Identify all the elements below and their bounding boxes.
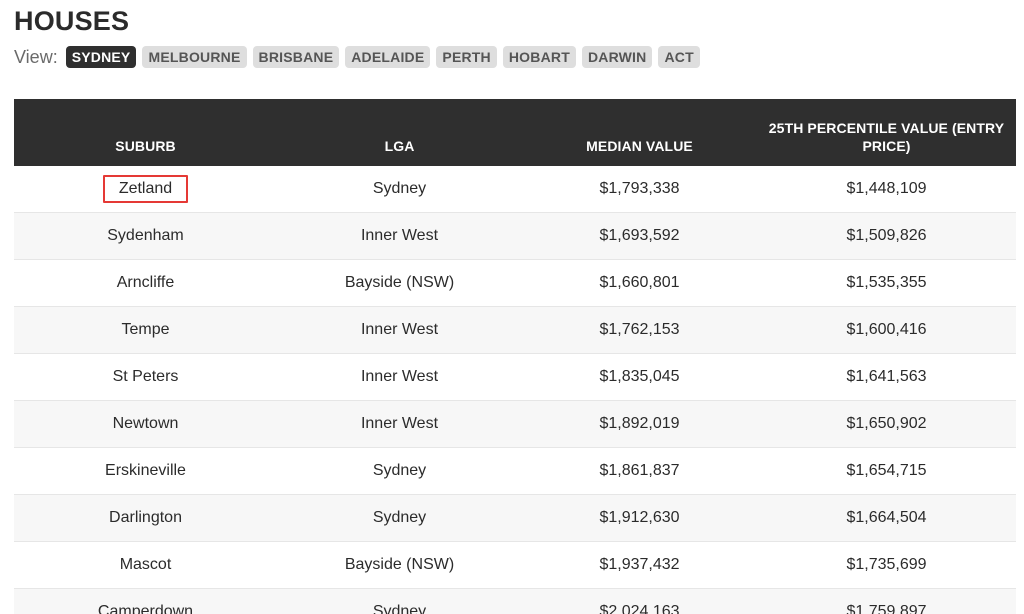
cell-median-value: $2,024,163 (522, 588, 757, 614)
cell-lga: Inner West (277, 400, 522, 448)
cell-lga: Inner West (277, 212, 522, 260)
cell-median-value: $1,835,045 (522, 353, 757, 401)
cell-lga: Sydney (277, 588, 522, 614)
view-option-act[interactable]: ACT (658, 46, 700, 68)
cell-lga: Bayside (NSW) (277, 259, 522, 307)
view-option-sydney[interactable]: SYDNEY (65, 46, 137, 68)
highlighted-suburb: Zetland (102, 175, 189, 203)
cell-suburb: Sydenham (14, 212, 277, 260)
page-title: HOUSES (14, 6, 130, 36)
cell-entry-price: $1,759,897 (757, 588, 1016, 614)
view-option-adelaide[interactable]: ADELAIDE (345, 46, 431, 68)
table-row: Mascot Bayside (NSW) $1,937,432 $1,735,6… (14, 541, 1016, 589)
table-row: Camperdown Sydney $2,024,163 $1,759,897 (14, 588, 1016, 614)
view-label: View: (14, 46, 58, 67)
cell-suburb: St Peters (14, 353, 277, 401)
cell-entry-price: $1,664,504 (757, 494, 1016, 542)
cell-median-value: $1,762,153 (522, 306, 757, 354)
view-option-hobart[interactable]: HOBART (502, 46, 576, 68)
header-suburb[interactable]: SUBURB (14, 99, 277, 166)
cell-entry-price: $1,448,109 (757, 166, 1016, 213)
table-row: St Peters Inner West $1,835,045 $1,641,5… (14, 353, 1016, 401)
cell-entry-price: $1,600,416 (757, 306, 1016, 354)
cell-suburb: Tempe (14, 306, 277, 354)
table-header: SUBURB LGA MEDIAN VALUE 25TH PERCENTILE … (14, 99, 1016, 166)
cell-median-value: $1,793,338 (522, 166, 757, 213)
cell-median-value: $1,660,801 (522, 259, 757, 307)
cell-lga: Sydney (277, 494, 522, 542)
cell-entry-price: $1,735,699 (757, 541, 1016, 589)
table-body: Zetland Sydney $1,793,338 $1,448,109 Syd… (14, 166, 1016, 614)
table-row: Erskineville Sydney $1,861,837 $1,654,71… (14, 447, 1016, 495)
view-option-brisbane[interactable]: BRISBANE (252, 46, 340, 68)
view-option-darwin[interactable]: DARWIN (581, 46, 653, 68)
cell-median-value: $1,912,630 (522, 494, 757, 542)
cell-median-value: $1,892,019 (522, 400, 757, 448)
cell-median-value: $1,861,837 (522, 447, 757, 495)
cell-lga: Inner West (277, 353, 522, 401)
page: HOUSES View: SYDNEY MELBOURNE BRISBANE A… (0, 0, 1024, 614)
view-option-perth[interactable]: PERTH (436, 46, 497, 68)
cell-median-value: $1,937,432 (522, 541, 757, 589)
cell-lga: Bayside (NSW) (277, 541, 522, 589)
cell-entry-price: $1,509,826 (757, 212, 1016, 260)
cell-suburb: Erskineville (14, 447, 277, 495)
city-view-selector: View: SYDNEY MELBOURNE BRISBANE ADELAIDE… (14, 44, 700, 70)
table-row: Newtown Inner West $1,892,019 $1,650,902 (14, 400, 1016, 448)
header-lga[interactable]: LGA (277, 99, 522, 166)
table-row: Arncliffe Bayside (NSW) $1,660,801 $1,53… (14, 259, 1016, 307)
cell-entry-price: $1,654,715 (757, 447, 1016, 495)
cell-suburb: Darlington (14, 494, 277, 542)
cell-suburb: Camperdown (14, 588, 277, 614)
cell-lga: Inner West (277, 306, 522, 354)
cell-suburb: Arncliffe (14, 259, 277, 307)
table-header-row: SUBURB LGA MEDIAN VALUE 25TH PERCENTILE … (14, 99, 1016, 166)
table-row: Zetland Sydney $1,793,338 $1,448,109 (14, 166, 1016, 213)
cell-entry-price: $1,535,355 (757, 259, 1016, 307)
header-median-value[interactable]: MEDIAN VALUE (522, 99, 757, 166)
cell-entry-price: $1,650,902 (757, 400, 1016, 448)
house-values-table: SUBURB LGA MEDIAN VALUE 25TH PERCENTILE … (14, 99, 1016, 614)
cell-median-value: $1,693,592 (522, 212, 757, 260)
cell-suburb: Zetland (14, 166, 277, 213)
table-row: Sydenham Inner West $1,693,592 $1,509,82… (14, 212, 1016, 260)
cell-lga: Sydney (277, 166, 522, 213)
cell-suburb: Newtown (14, 400, 277, 448)
cell-lga: Sydney (277, 447, 522, 495)
cell-suburb: Mascot (14, 541, 277, 589)
view-option-melbourne[interactable]: MELBOURNE (142, 46, 247, 68)
header-25th-percentile-value[interactable]: 25TH PERCENTILE VALUE (ENTRY PRICE) (757, 99, 1016, 166)
cell-entry-price: $1,641,563 (757, 353, 1016, 401)
table-row: Darlington Sydney $1,912,630 $1,664,504 (14, 494, 1016, 542)
table-row: Tempe Inner West $1,762,153 $1,600,416 (14, 306, 1016, 354)
